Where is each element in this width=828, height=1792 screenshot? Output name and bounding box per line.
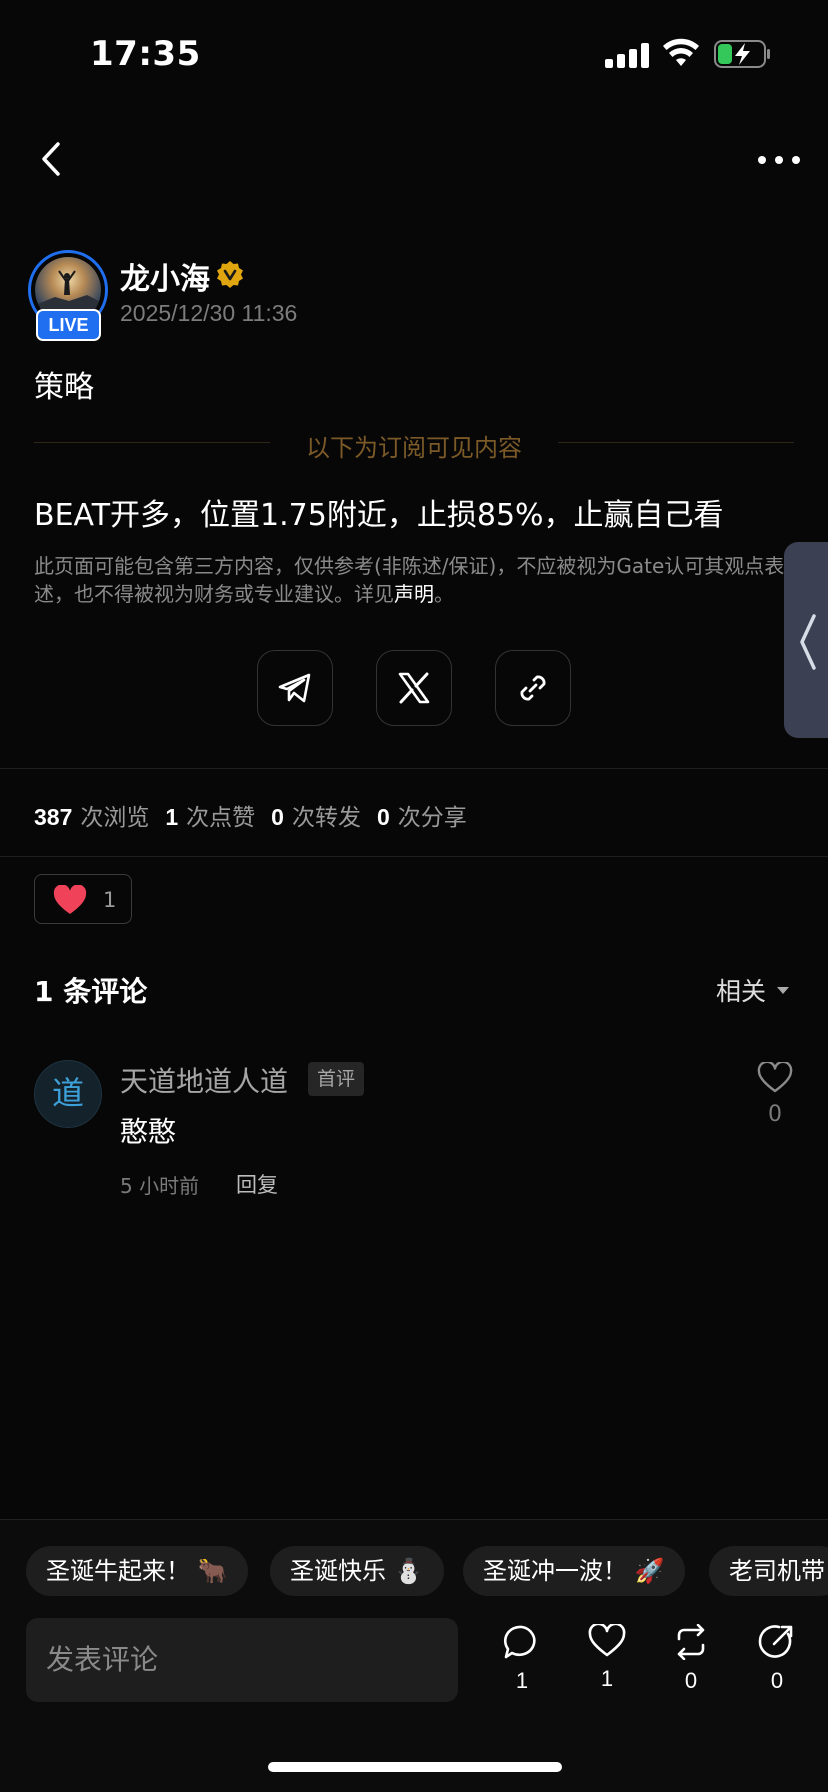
status-bar: 17:35: [0, 0, 828, 110]
cellular-signal-icon: [605, 42, 649, 68]
share-telegram-button[interactable]: [257, 650, 333, 726]
verified-badge-icon: [217, 261, 243, 288]
like-action[interactable]: 1: [577, 1624, 637, 1692]
comment-action[interactable]: 1: [492, 1624, 552, 1694]
heart-outline-icon: [588, 1624, 626, 1657]
disclaimer-link[interactable]: 声明: [394, 582, 434, 606]
reaction-count: 1: [103, 888, 117, 912]
home-indicator[interactable]: [268, 1762, 562, 1772]
copy-link-button[interactable]: [495, 650, 571, 726]
caret-down-icon[interactable]: [776, 985, 790, 995]
comment-time: 5 小时前: [120, 1174, 200, 1198]
reposts-count: 0: [271, 804, 284, 830]
shares-count: 0: [376, 804, 390, 830]
heart-filled-icon: [53, 885, 87, 914]
repost-icon: [677, 1624, 705, 1660]
back-button[interactable]: [34, 138, 70, 180]
comment-input[interactable]: 发表评论: [26, 1618, 458, 1702]
comment-like-count: 0: [768, 1102, 782, 1127]
quick-reply-chip[interactable]: 老司机带: [709, 1546, 828, 1596]
post-stats: 387 次浏览 1 次点赞 0 次转发 0 次分享: [34, 798, 483, 832]
quick-reply-chip[interactable]: 圣诞牛起来！ 🐂: [26, 1546, 248, 1596]
post-timestamp: 2025/12/30 11:36: [120, 300, 298, 326]
post-title: 策略: [34, 370, 94, 405]
comment-reply-button[interactable]: 回复: [236, 1169, 278, 1199]
quick-reply-chip[interactable]: 圣诞快乐 ⛄: [270, 1546, 444, 1596]
quick-reply-chip[interactable]: 圣诞冲一波！ 🚀: [463, 1546, 685, 1596]
likes-count: 1: [165, 804, 179, 830]
author-name[interactable]: 龙小海: [120, 254, 210, 298]
post-detail-page: 17:35 LIVE 龙小海 2025/12/30 11:36 策略 以下为订阅…: [0, 0, 828, 1792]
comment-action-count: 1: [515, 1668, 529, 1693]
likes-label: 次点赞: [186, 805, 256, 831]
disclaimer-text: 此页面可能包含第三方内容，仅供参考(非陈述/保证)，不应被视为Gate认可其观点…: [34, 552, 794, 608]
repost-action[interactable]: 0: [661, 1624, 721, 1694]
share-action-count: 0: [770, 1668, 784, 1693]
separator: [0, 768, 828, 769]
reposts-label: 次转发: [291, 805, 361, 831]
comments-title: 1 条评论: [34, 975, 148, 1008]
commenter-avatar[interactable]: 道: [34, 1060, 102, 1128]
separator: [0, 856, 828, 857]
like-action-count: 1: [600, 1666, 614, 1691]
disclaimer-end: 。: [434, 582, 454, 606]
subscribe-only-label: 以下为订阅可见内容: [306, 434, 522, 462]
side-panel-handle[interactable]: [784, 542, 828, 738]
post-body: BEAT开多，位置1.75附近，止损85%，止赢自己看: [34, 498, 724, 533]
views-count: 387: [34, 804, 73, 830]
more-options-icon[interactable]: [756, 150, 802, 170]
share-x-button[interactable]: [376, 650, 452, 726]
share-icon: [758, 1625, 793, 1658]
comment-like-icon[interactable]: [757, 1062, 793, 1094]
chevron-left-icon: [800, 614, 816, 670]
comment-bubble-icon: [503, 1625, 536, 1659]
status-time: 17:35: [90, 34, 201, 74]
share-action[interactable]: 0: [747, 1624, 807, 1694]
telegram-icon: [278, 673, 311, 703]
live-badge[interactable]: LIVE: [36, 309, 101, 341]
x-logo-icon: [398, 672, 430, 704]
wifi-icon: [663, 38, 699, 66]
battery-charging-icon: [714, 40, 770, 68]
commenter-name[interactable]: 天道地道人道: [120, 1060, 288, 1100]
divider-right: [558, 442, 794, 443]
link-icon: [520, 675, 546, 701]
first-comment-badge: 首评: [308, 1062, 365, 1096]
shares-label: 次分享: [397, 805, 467, 831]
comment-sort-dropdown[interactable]: 相关: [716, 972, 766, 1008]
views-label: 次浏览: [80, 805, 150, 831]
repost-action-count: 0: [684, 1668, 698, 1693]
heart-reaction-button[interactable]: 1: [34, 874, 132, 924]
comment-text: 憨憨: [120, 1115, 177, 1148]
